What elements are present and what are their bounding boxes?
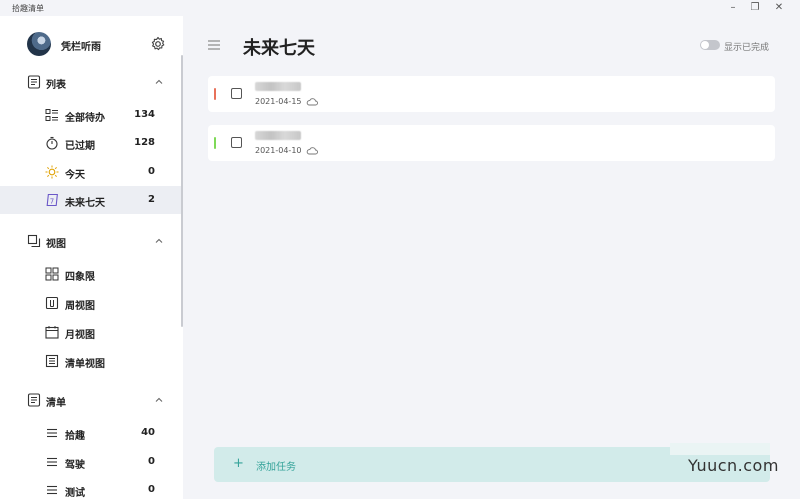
sidebar-item-count: 128 xyxy=(134,137,155,148)
task-row[interactable]: 2021-04-15 xyxy=(208,76,775,112)
svg-text:7: 7 xyxy=(50,198,54,206)
views-section-icon xyxy=(27,234,41,248)
sidebar-item-count: 0 xyxy=(148,166,155,177)
hamburger-menu-icon[interactable] xyxy=(206,38,222,52)
page-title: 未来七天 xyxy=(243,38,315,59)
chevron-up-icon[interactable] xyxy=(154,395,164,405)
sidebar-item-count: 2 xyxy=(148,194,155,205)
stopwatch-icon xyxy=(46,136,58,150)
checklist-section-icon xyxy=(27,393,41,407)
user-profile[interactable]: 凭栏听雨 xyxy=(0,32,183,62)
cloud-icon xyxy=(306,98,318,106)
sidebar-item-label: 四象限 xyxy=(65,272,95,283)
sidebar-item-list-view[interactable]: 清单视图 xyxy=(0,347,183,375)
sidebar-item-count: 40 xyxy=(141,427,155,438)
month-view-icon xyxy=(45,326,59,339)
sidebar-item-label: 拾趣 xyxy=(65,431,85,442)
sidebar-scrollbar[interactable] xyxy=(181,55,183,327)
sidebar-item-label: 清单视图 xyxy=(65,359,105,370)
priority-indicator xyxy=(214,137,216,149)
sidebar-item-label: 周视图 xyxy=(65,301,95,312)
sidebar-item-test[interactable]: 测试 0 xyxy=(0,476,183,499)
section-views[interactable]: 视图 xyxy=(0,227,183,255)
plus-icon: + xyxy=(233,456,244,471)
task-date: 2021-04-15 xyxy=(255,97,302,106)
section-label: 清单 xyxy=(46,398,66,409)
sidebar-item-label: 月视图 xyxy=(65,330,95,341)
chevron-up-icon[interactable] xyxy=(154,77,164,87)
watermark: Yuucn.com xyxy=(688,456,779,475)
sidebar-item-quadrant[interactable]: 四象限 xyxy=(0,260,183,288)
avatar[interactable] xyxy=(27,32,51,56)
show-completed-toggle[interactable] xyxy=(700,40,720,50)
cloud-icon xyxy=(306,147,318,155)
add-bar-highlight xyxy=(670,443,770,455)
sidebar-item-overdue[interactable]: 已过期 128 xyxy=(0,129,183,157)
list-lines-icon xyxy=(47,428,57,438)
sidebar-item-all-tasks[interactable]: 全部待办 134 xyxy=(0,101,183,129)
sidebar-item-today[interactable]: 今天 0 xyxy=(0,158,183,186)
sidebar-item-shiqu[interactable]: 拾趣 40 xyxy=(0,419,183,447)
close-button[interactable]: ✕ xyxy=(768,1,790,15)
task-title-blurred xyxy=(255,82,301,91)
list-view-icon xyxy=(45,354,59,368)
sun-icon xyxy=(45,165,59,179)
sidebar-item-next-seven-days[interactable]: 7 未来七天 2 xyxy=(0,186,183,214)
sidebar-item-month-view[interactable]: 月视图 xyxy=(0,318,183,346)
task-row[interactable]: 2021-04-10 xyxy=(208,125,775,161)
sidebar-item-driving[interactable]: 驾驶 0 xyxy=(0,448,183,476)
section-label: 列表 xyxy=(46,80,66,91)
toggle-knob xyxy=(701,41,709,49)
window-title: 拾趣清单 xyxy=(12,4,44,13)
chevron-up-icon[interactable] xyxy=(154,236,164,246)
quadrant-icon xyxy=(45,267,59,281)
sidebar-item-count: 0 xyxy=(148,456,155,467)
all-tasks-icon xyxy=(45,109,58,121)
sidebar-item-label: 未来七天 xyxy=(65,198,105,209)
sidebar-item-count: 134 xyxy=(134,109,155,120)
list-section-icon xyxy=(27,75,41,89)
task-checkbox[interactable] xyxy=(231,137,242,148)
sidebar-item-label: 已过期 xyxy=(65,141,95,152)
sidebar-item-week-view[interactable]: 周视图 xyxy=(0,289,183,317)
restore-button[interactable]: ❐ xyxy=(744,1,766,15)
section-lists[interactable]: 列表 xyxy=(0,68,183,96)
sidebar-item-label: 测试 xyxy=(65,488,85,499)
task-title-blurred xyxy=(255,131,301,140)
sidebar: 凭栏听雨 列表 全部待办 134 已过期 128 今天 0 7 未来七天 2 视… xyxy=(0,16,183,499)
sidebar-item-label: 驾驶 xyxy=(65,460,85,471)
username: 凭栏听雨 xyxy=(61,42,101,53)
add-task-label: 添加任务 xyxy=(256,462,296,473)
list-lines-icon xyxy=(47,485,57,495)
task-date: 2021-04-10 xyxy=(255,146,302,155)
list-lines-icon xyxy=(47,457,57,467)
minimize-button[interactable]: – xyxy=(722,1,744,15)
section-checklists[interactable]: 清单 xyxy=(0,386,183,414)
gear-icon[interactable] xyxy=(150,36,166,52)
title-bar: 拾趣清单 – ❐ ✕ xyxy=(0,0,800,16)
show-completed-label: 显示已完成 xyxy=(724,43,770,53)
priority-indicator xyxy=(214,88,216,100)
sidebar-item-label: 全部待办 xyxy=(65,113,105,124)
sidebar-item-count: 0 xyxy=(148,484,155,495)
calendar-seven-icon: 7 xyxy=(46,193,58,207)
sidebar-item-label: 今天 xyxy=(65,170,85,181)
week-view-icon xyxy=(45,296,59,310)
task-checkbox[interactable] xyxy=(231,88,242,99)
section-label: 视图 xyxy=(46,239,66,250)
add-task-bar[interactable]: + 添加任务 xyxy=(214,443,770,482)
